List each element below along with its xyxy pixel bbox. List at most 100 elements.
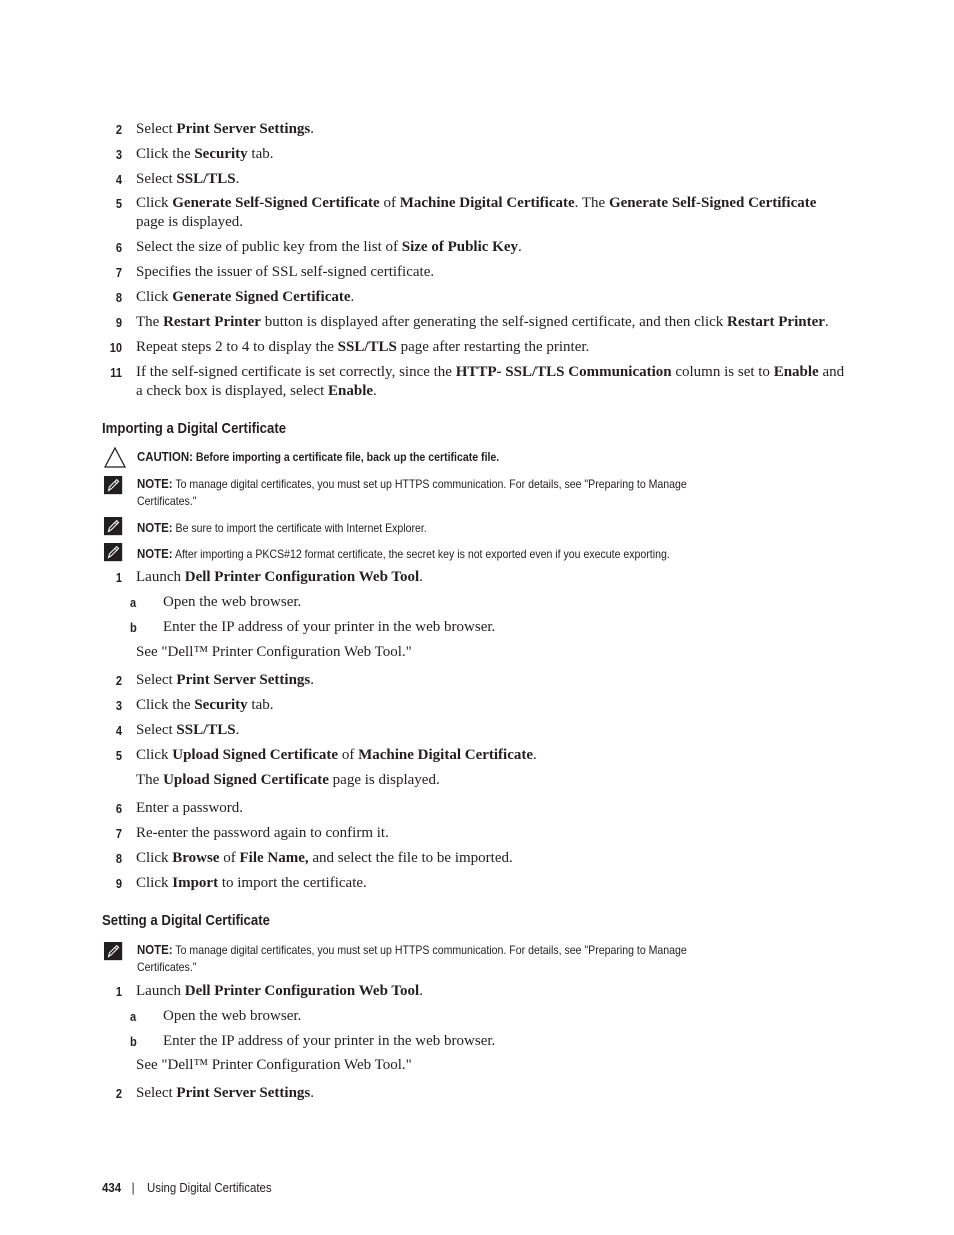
step-number: 7 [115, 265, 122, 280]
ui-term: Machine Digital Certificate [358, 747, 534, 763]
ui-term: Print Server Settings [176, 672, 311, 688]
text-run: . The [574, 195, 609, 211]
note-text: Be sure to import the certificate with I… [172, 521, 427, 535]
ui-term: Size of Public Key [401, 239, 519, 255]
text-run: column is set to [671, 364, 774, 380]
ui-term: Print Server Settings [176, 121, 311, 137]
step-number: 5 [115, 196, 122, 211]
ui-term: Upload Signed Certificate [163, 772, 329, 788]
ui-term: SSL/TLS [176, 722, 236, 738]
text-run: . [310, 1085, 315, 1101]
step-text: Click Import to import the certificate. [136, 874, 846, 893]
step-text: Click the Security tab. [136, 696, 846, 715]
footer-separator: | [131, 1180, 135, 1195]
text-run: button is displayed after generating the… [260, 314, 728, 330]
step-text: Select SSL/TLS. [136, 721, 846, 740]
text-run: Click [136, 747, 173, 763]
step-number: 8 [115, 851, 122, 866]
step-text: Click the Security tab. [136, 145, 846, 164]
text-run: Select [136, 722, 177, 738]
note-label: NOTE: [137, 520, 173, 535]
ui-term: Generate Self-Signed Certificate [172, 195, 380, 211]
text-run: . [350, 289, 355, 305]
text-run: Select [136, 1085, 177, 1101]
substep-letter: a [130, 1009, 137, 1024]
step-text: Click Generate Signed Certificate. [136, 288, 846, 307]
text-run: . [310, 672, 315, 688]
text-run: Select [136, 672, 177, 688]
ui-term: Generate Signed Certificate [172, 289, 351, 305]
ui-term: Print Server Settings [176, 1085, 311, 1101]
text-run: page after restarting the printer. [396, 339, 590, 355]
text-run: Specifies the issuer of SSL self-signed … [136, 264, 435, 280]
text-run: of [219, 850, 240, 866]
step-number: 1 [115, 570, 122, 585]
substep-text: Enter the IP address of your printer in … [163, 619, 496, 635]
ui-term: Security [194, 146, 248, 162]
step-number: 5 [115, 748, 122, 763]
note-text: To manage digital certificates, you must… [172, 943, 687, 957]
note-text-cont: Certificates." [137, 494, 197, 508]
note-pencil-icon [104, 476, 123, 495]
step-number: 6 [115, 801, 122, 816]
step-text: Repeat steps 2 to 4 to display the SSL/T… [136, 338, 846, 357]
text-run: . [373, 383, 377, 399]
text-run: and select the file to be imported. [308, 850, 513, 866]
step-number: 9 [115, 315, 122, 330]
text-run: The [136, 314, 164, 330]
ui-term: Import [172, 875, 219, 891]
ui-term: Browse [172, 850, 220, 866]
ui-term: File Name, [239, 850, 309, 866]
caution-label: CAUTION: [137, 449, 193, 464]
text-run: Click [136, 289, 173, 305]
text-run: . [419, 569, 423, 585]
step-text: Select SSL/TLS. [136, 170, 846, 189]
ui-term: Restart Printer [163, 314, 261, 330]
step-text: If the self-signed certificate is set co… [136, 363, 846, 401]
note-pencil-icon [104, 543, 123, 562]
text-run: Click the [136, 146, 195, 162]
text-run: Click [136, 850, 173, 866]
text-run: . [235, 722, 240, 738]
step-number: 1 [115, 984, 122, 999]
section-heading-importing: Importing a Digital Certificate [102, 420, 287, 437]
note-pencil-icon [104, 942, 123, 961]
ui-term: Enable [773, 364, 819, 380]
caution-triangle-icon [104, 447, 126, 468]
step-text: Select Print Server Settings. [136, 1084, 846, 1103]
text-run: . [824, 314, 829, 330]
text-run: of [338, 747, 359, 763]
substep-text: Open the web browser. [163, 1008, 302, 1024]
step-number: 11 [110, 365, 122, 380]
see-reference: See "Dell™ Printer Configuration Web Too… [136, 644, 412, 660]
step-text: Select the size of public key from the l… [136, 238, 846, 257]
text-run: . [533, 747, 537, 763]
text-run: If the self-signed certificate is set co… [136, 364, 456, 380]
step-text: Re-enter the password again to confirm i… [136, 824, 846, 843]
ui-term: Generate Self-Signed Certificate [608, 195, 817, 211]
step-text: Enter a password. [136, 799, 846, 818]
text-run: Select [136, 171, 177, 187]
step-text: Launch Dell Printer Configuration Web To… [136, 568, 846, 587]
step-text: Select Print Server Settings. [136, 671, 846, 690]
see-reference: See "Dell™ Printer Configuration Web Too… [136, 1057, 412, 1073]
substep-letter: b [130, 620, 137, 635]
note-text: After importing a PKCS#12 format certifi… [172, 547, 670, 561]
ui-term: Dell Printer Configuration Web Tool [184, 569, 420, 585]
step-number: 8 [115, 290, 122, 305]
text-run: page is displayed. [136, 214, 244, 230]
step-number: 9 [115, 876, 122, 891]
step-text: The Restart Printer button is displayed … [136, 313, 856, 332]
page-footer: 434 | Using Digital Certificates [102, 1180, 272, 1195]
caution-text: Before importing a certificate file, bac… [192, 450, 500, 464]
step-number: 4 [115, 723, 122, 738]
step-number: 3 [115, 698, 122, 713]
step-number: 2 [115, 122, 122, 137]
step-text: Click Browse of File Name, and select th… [136, 849, 846, 868]
step-text: Specifies the issuer of SSL self-signed … [136, 263, 846, 282]
section-heading-setting: Setting a Digital Certificate [102, 912, 270, 929]
note-label: NOTE: [137, 942, 173, 957]
ui-term: Restart Printer [727, 314, 825, 330]
ui-term: Machine Digital Certificate [399, 195, 575, 211]
text-run: Launch [136, 983, 185, 999]
